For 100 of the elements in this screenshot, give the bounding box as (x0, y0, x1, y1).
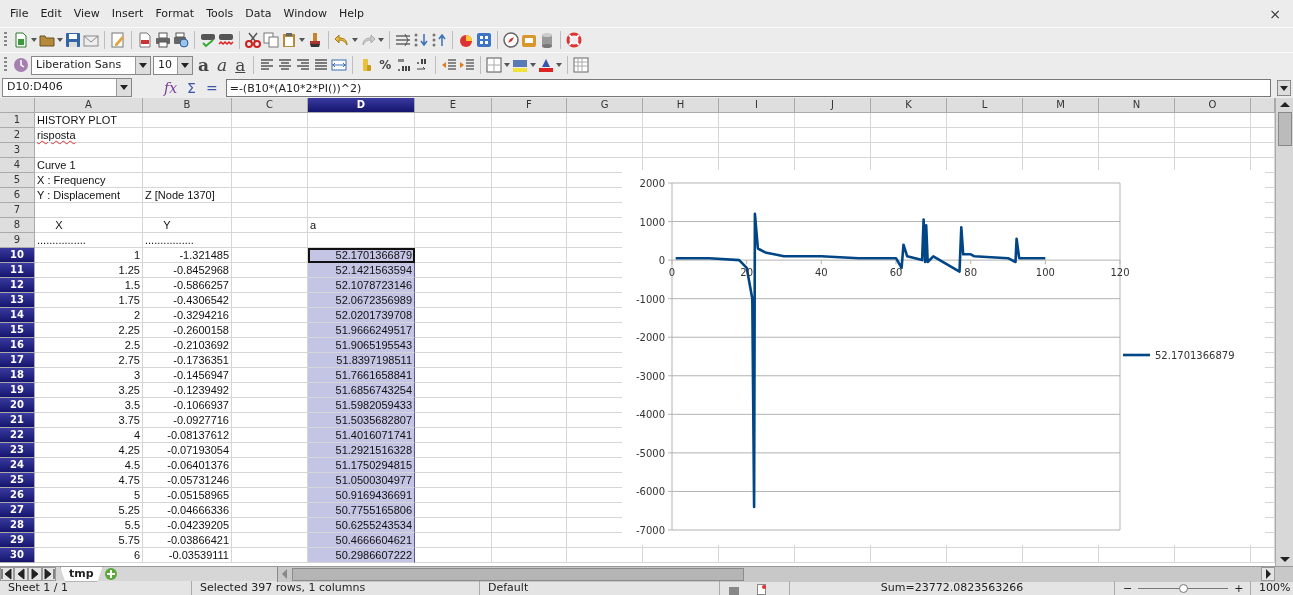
row-header[interactable]: 15 (0, 323, 35, 338)
right-arrow-icon[interactable] (28, 567, 42, 581)
pdf-document-icon[interactable] (137, 32, 153, 48)
menu-item[interactable]: Edit (34, 0, 68, 23)
font-size-combobox[interactable]: 10 (153, 55, 193, 75)
row-header[interactable]: 9 (0, 233, 35, 248)
name-box[interactable]: D10:D406 (2, 78, 132, 97)
row-header[interactable]: 13 (0, 293, 35, 308)
caret-icon[interactable] (31, 38, 37, 42)
row-header[interactable]: 5 (0, 173, 35, 188)
paintbrush-icon[interactable] (307, 32, 323, 48)
scrollbar-thumb[interactable] (1277, 112, 1292, 146)
row-header[interactable]: 1 (0, 113, 35, 128)
italic-button[interactable]: a (214, 56, 231, 74)
row-header[interactable]: 23 (0, 443, 35, 458)
column-header[interactable]: I (719, 98, 795, 113)
sheet-tab[interactable]: tmp (60, 566, 103, 582)
align-center-icon[interactable] (277, 57, 294, 73)
printer-icon[interactable] (155, 32, 171, 48)
caret-icon[interactable] (378, 38, 384, 42)
clipboard-icon[interactable] (281, 32, 297, 48)
caret-icon[interactable] (57, 38, 63, 42)
scrollbar-thumb[interactable] (291, 567, 744, 581)
caret-icon[interactable] (352, 38, 358, 42)
align-left-icon[interactable] (259, 57, 276, 73)
row-header[interactable]: 25 (0, 473, 35, 488)
column-header[interactable]: E (415, 98, 492, 113)
slider-thumb[interactable] (1179, 584, 1189, 593)
sort-descending-icon[interactable] (431, 32, 447, 48)
indent-increase-icon[interactable] (459, 57, 476, 73)
underline-button[interactable]: a (232, 56, 249, 74)
menu-item[interactable]: View (67, 0, 106, 23)
menu-item[interactable]: Format (149, 0, 201, 23)
column-header[interactable]: J (795, 98, 871, 113)
column-header[interactable]: K (871, 98, 947, 113)
row-header[interactable]: 11 (0, 263, 35, 278)
caret-icon[interactable] (556, 63, 563, 67)
menu-item[interactable]: Help (332, 0, 370, 23)
column-header[interactable]: C (232, 98, 308, 113)
row-header[interactable]: 18 (0, 368, 35, 383)
highlight-color-icon[interactable] (512, 57, 529, 73)
borders-icon[interactable] (486, 57, 503, 73)
column-header[interactable]: H (643, 98, 719, 113)
row-header[interactable]: 8 (0, 218, 35, 233)
last-arrow-icon[interactable] (42, 567, 56, 581)
column-header[interactable]: A (35, 98, 143, 113)
spellcheck-wavy-icon[interactable] (218, 32, 234, 48)
row-header[interactable]: 4 (0, 158, 35, 173)
sort-ascending-icon[interactable] (413, 32, 429, 48)
row-header[interactable]: 27 (0, 503, 35, 518)
decimal-format-icon[interactable] (396, 57, 413, 73)
database-icon[interactable] (539, 32, 555, 48)
justify-icon[interactable] (313, 57, 330, 73)
menu-item[interactable]: File (4, 0, 35, 23)
align-right-icon[interactable] (295, 57, 312, 73)
gallery-icon[interactable] (521, 32, 537, 48)
font-name-combobox[interactable]: Liberation Sans (31, 55, 151, 75)
undo-icon[interactable] (334, 32, 350, 48)
pie-chart-icon[interactable] (458, 32, 474, 48)
menu-item[interactable]: Insert (105, 0, 150, 23)
column-header[interactable]: F (492, 98, 567, 113)
row-header[interactable]: 19 (0, 383, 35, 398)
column-header[interactable]: D (308, 98, 415, 113)
lifebuoy-icon[interactable] (566, 32, 582, 48)
bold-button[interactable]: a (195, 56, 212, 74)
row-header[interactable]: 2 (0, 128, 35, 143)
percent-button[interactable]: % (376, 56, 395, 74)
compass-icon[interactable] (503, 32, 519, 48)
print-preview-icon[interactable] (173, 32, 189, 48)
left-arrow-icon[interactable] (14, 567, 28, 581)
zoom-out-button[interactable]: − (1123, 581, 1133, 595)
function-wizard-button[interactable]: fx (162, 78, 180, 97)
row-header[interactable]: 29 (0, 533, 35, 548)
menu-item[interactable]: Tools (200, 0, 240, 23)
column-header[interactable]: L (947, 98, 1023, 113)
add-sheet-icon[interactable] (102, 567, 119, 581)
row-header[interactable]: 12 (0, 278, 35, 293)
dropdown-arrow-icon[interactable] (181, 62, 189, 68)
copy-icon[interactable] (263, 32, 279, 48)
menu-item[interactable]: Window (277, 0, 333, 23)
row-header[interactable]: 3 (0, 143, 35, 158)
caret-icon[interactable] (504, 63, 511, 67)
row-header[interactable]: 28 (0, 518, 35, 533)
merge-cells-icon[interactable] (331, 57, 348, 73)
dropdown-arrow-icon[interactable] (139, 62, 147, 68)
row-header[interactable]: 16 (0, 338, 35, 353)
dropdown-arrow-icon[interactable] (120, 85, 128, 90)
row-header[interactable]: 20 (0, 398, 35, 413)
row-header[interactable]: 24 (0, 458, 35, 473)
zoom-in-button[interactable]: + (1234, 581, 1244, 595)
row-header[interactable]: 17 (0, 353, 35, 368)
first-arrow-icon[interactable] (0, 567, 14, 581)
column-header[interactable]: B (143, 98, 232, 113)
column-header[interactable]: N (1099, 98, 1175, 113)
row-header[interactable]: 26 (0, 488, 35, 503)
row-header[interactable]: 7 (0, 203, 35, 218)
menu-item[interactable]: Data (239, 0, 278, 23)
font-color-icon[interactable] (538, 57, 555, 73)
row-header[interactable]: 22 (0, 428, 35, 443)
row-header[interactable]: 6 (0, 188, 35, 203)
